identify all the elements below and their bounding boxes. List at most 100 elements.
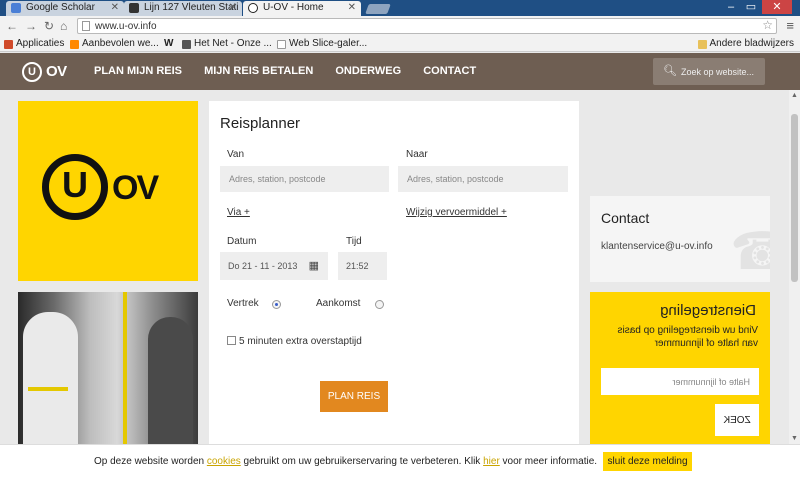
browser-tab-u-ov-home[interactable]: U-OV - Home ✕ — [243, 1, 361, 16]
time-label: Tijd — [346, 236, 362, 247]
bookmark-label: Aanbevolen we... — [82, 38, 159, 49]
close-cookie-banner-button[interactable]: sluit deze melding — [603, 452, 692, 471]
browser-tab-google-scholar[interactable]: Google Scholar ✕ — [6, 1, 124, 16]
url-field[interactable]: www.u-ov.info ☆ — [77, 18, 777, 34]
planner-title: Reisplanner — [220, 115, 301, 132]
cookie-text-3: voor meer informatie. — [499, 456, 598, 467]
calendar-icon[interactable]: ▦ — [309, 252, 319, 280]
close-tab-icon[interactable]: ✕ — [111, 1, 119, 15]
more-info-link[interactable]: hier — [483, 456, 500, 467]
via-link[interactable]: Via + — [227, 207, 250, 218]
page-icon — [277, 40, 286, 49]
cookie-text-1: Op deze website worden — [94, 456, 207, 467]
restore-window-icon[interactable]: ▭ — [742, 0, 760, 14]
dienstregeling-description: Vind uw dienstregeling op basis van halt… — [617, 325, 758, 349]
browser-tab-strip: Google Scholar ✕ Lijn 127 Vleuten Stati … — [0, 0, 800, 16]
cookie-message: Op deze website worden cookies gebruikt … — [94, 456, 597, 467]
bookmark-wikipedia[interactable]: W — [164, 37, 173, 51]
browser-tab-lijn-127[interactable]: Lijn 127 Vleuten Stati ✕ — [124, 1, 242, 16]
logo-text: OV — [46, 63, 67, 80]
tab-label: Lijn 127 Vleuten Stati — [144, 2, 239, 13]
logo-letter: U — [62, 164, 88, 205]
orange-page-icon — [70, 40, 79, 49]
arrival-radio[interactable] — [375, 300, 384, 309]
page-bottom-area — [0, 478, 800, 500]
folder-icon — [697, 40, 707, 49]
extra-transfer-label: 5 minuten extra overstaptijd — [239, 336, 362, 347]
tab-label: Google Scholar — [26, 2, 95, 13]
change-transport-link[interactable]: Wijzig vervoermiddel + — [406, 207, 507, 218]
close-window-icon[interactable]: ✕ — [762, 0, 792, 14]
browser-menu-icon[interactable]: ≡ — [786, 18, 794, 34]
u-ov-favicon-icon — [248, 3, 258, 13]
cookie-text-2: gebruikt om uw gebruikerservaring te ver… — [240, 456, 484, 467]
nav-contact[interactable]: CONTACT — [423, 65, 476, 77]
back-arrow-icon[interactable]: ← — [6, 18, 18, 34]
departure-radio[interactable] — [272, 300, 281, 309]
nav-onderweg[interactable]: ONDERWEG — [335, 65, 401, 77]
departure-label: Vertrek — [227, 298, 259, 309]
date-picker[interactable]: Do 21 - 11 - 2013 ▦ — [220, 252, 328, 280]
dienstregeling-title: Dienstregeling — [660, 302, 756, 319]
telephone-icon: ☎ — [730, 223, 770, 281]
grid-page-icon — [182, 40, 191, 49]
google-scholar-favicon-icon — [11, 3, 21, 13]
photo-passenger — [148, 317, 193, 444]
from-input[interactable] — [220, 166, 389, 192]
bookmarks-bar: Applicaties Aanbevolen we... W Het Net -… — [0, 36, 800, 52]
bus-passengers-photo — [18, 292, 198, 444]
time-input[interactable]: 21:52 — [338, 252, 387, 280]
bookmark-other-folder[interactable]: Andere bladwijzers — [697, 37, 795, 51]
plan-reis-button[interactable]: PLAN REIS — [320, 381, 388, 412]
search-icon[interactable]: 🔍︎ — [663, 64, 677, 77]
browser-address-bar: ← → ↻ ⌂ www.u-ov.info ☆ ≡ — [0, 16, 800, 36]
close-tab-icon[interactable]: ✕ — [348, 1, 356, 15]
url-text: www.u-ov.info — [95, 21, 157, 32]
bookmark-aanbevolen[interactable]: Aanbevolen we... — [70, 37, 159, 51]
grid-favicon-icon — [129, 3, 139, 13]
bookmark-applicaties[interactable]: Applicaties — [4, 37, 64, 51]
stop-or-line-input[interactable] — [601, 368, 759, 395]
dienstregeling-content: ~ Dienstregeling Vind uw dienstregeling … — [590, 292, 770, 444]
photo-passenger — [23, 312, 78, 444]
bookmark-label: W — [164, 38, 174, 49]
bookmark-star-icon[interactable]: ☆ — [762, 18, 773, 32]
scroll-down-arrow-icon[interactable]: ▼ — [791, 435, 798, 442]
to-label: Naar — [406, 149, 428, 160]
nav-plan-mijn-reis[interactable]: PLAN MIJN REIS — [94, 65, 182, 77]
reisplanner-card: Reisplanner Van Naar Via + Wijzig vervoe… — [209, 101, 579, 446]
time-value: 21:52 — [346, 261, 369, 271]
contact-card: ☎ Contact klantenservice@u-ov.info — [590, 196, 770, 282]
u-ov-logo-icon: U — [22, 62, 42, 82]
bookmark-het-net[interactable]: Het Net - Onze ... — [182, 37, 272, 51]
page-scrollbar[interactable]: ▲ ▼ — [789, 90, 800, 444]
cookie-banner: Op deze website worden cookies gebruikt … — [0, 444, 800, 478]
nav-mijn-reis-betalen[interactable]: MIJN REIS BETALEN — [204, 65, 313, 77]
contact-title: Contact — [601, 210, 650, 226]
minimize-window-icon[interactable]: – — [722, 0, 740, 14]
home-icon[interactable]: ⌂ — [60, 18, 67, 34]
close-tab-icon[interactable]: ✕ — [229, 1, 237, 15]
large-u-ov-logo: U OV — [42, 154, 172, 220]
contact-email-link[interactable]: klantenservice@u-ov.info — [601, 241, 713, 252]
new-tab-button[interactable] — [365, 4, 391, 14]
site-search-input[interactable] — [681, 65, 761, 78]
zoek-button[interactable]: ZOEK — [715, 404, 759, 436]
bookmark-web-slice[interactable]: Web Slice-galer... — [277, 37, 367, 51]
scroll-up-arrow-icon[interactable]: ▲ — [791, 92, 798, 99]
site-search: 🔍︎ — [653, 58, 765, 85]
cookies-link[interactable]: cookies — [207, 456, 241, 467]
extra-transfer-checkbox[interactable] — [227, 336, 236, 345]
arrival-label: Aankomst — [316, 298, 361, 309]
logo-wordmark: OV — [112, 169, 159, 207]
reload-icon[interactable]: ↻ — [44, 18, 54, 34]
scrollbar-thumb[interactable] — [791, 114, 798, 282]
bookmark-label: Web Slice-galer... — [289, 38, 368, 49]
to-input[interactable] — [398, 166, 568, 192]
date-label: Datum — [227, 236, 257, 247]
forward-arrow-icon[interactable]: → — [25, 18, 37, 34]
brand-logo-panel: U OV — [18, 101, 198, 281]
bookmark-label: Applicaties — [16, 38, 65, 49]
bookmark-label: Andere bladwijzers — [709, 38, 795, 49]
photo-handrail — [123, 292, 127, 444]
